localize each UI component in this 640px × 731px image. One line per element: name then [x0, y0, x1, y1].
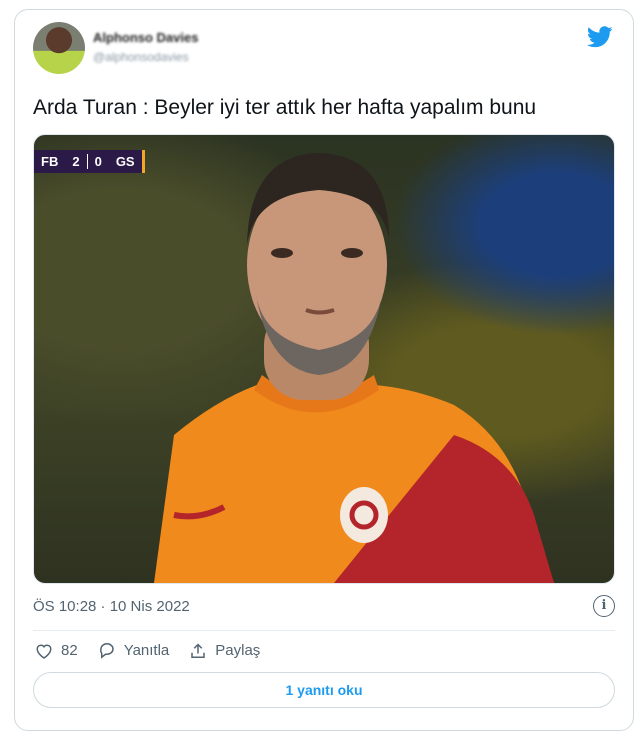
avatar[interactable] — [33, 22, 85, 74]
home-team: FB — [41, 154, 59, 169]
share-button[interactable]: Paylaş — [189, 642, 260, 659]
reply-button[interactable]: Yanıtla — [98, 642, 170, 659]
player-photo — [154, 153, 554, 583]
heart-icon — [36, 644, 52, 659]
away-team: GS — [115, 154, 135, 169]
tweet-text: Arda Turan : Beyler iyi ter attık her ha… — [33, 96, 537, 119]
share-icon — [191, 643, 206, 658]
read-replies-button[interactable]: 1 yanıtı oku — [33, 672, 615, 708]
scoreboard: FB 2 0 GS — [34, 150, 145, 173]
reply-label: Yanıtla — [123, 642, 170, 659]
like-count: 82 — [61, 642, 78, 659]
home-score: 2 — [65, 154, 88, 169]
author-handle[interactable]: @alphonsodavies — [93, 50, 189, 64]
tweet-media-photo[interactable]: FB 2 0 GS — [33, 134, 615, 584]
twitter-bird-icon[interactable] — [587, 26, 613, 48]
author-name[interactable]: Alphonso Davies — [93, 30, 198, 45]
like-button[interactable]: 82 — [35, 642, 78, 659]
tweet-actions: 82 Yanıtla Paylaş — [35, 642, 280, 659]
info-icon[interactable]: i — [593, 595, 615, 617]
divider — [33, 630, 615, 631]
share-label: Paylaş — [215, 642, 261, 659]
tweet-timestamp[interactable]: ÖS 10:28 · 10 Nis 2022 — [33, 598, 190, 615]
away-score: 0 — [94, 154, 102, 169]
reply-bubble-icon — [99, 643, 114, 659]
tweet-card: Alphonso Davies @alphonsodavies Arda Tur… — [14, 9, 634, 731]
scoreboard-accent — [141, 150, 145, 173]
